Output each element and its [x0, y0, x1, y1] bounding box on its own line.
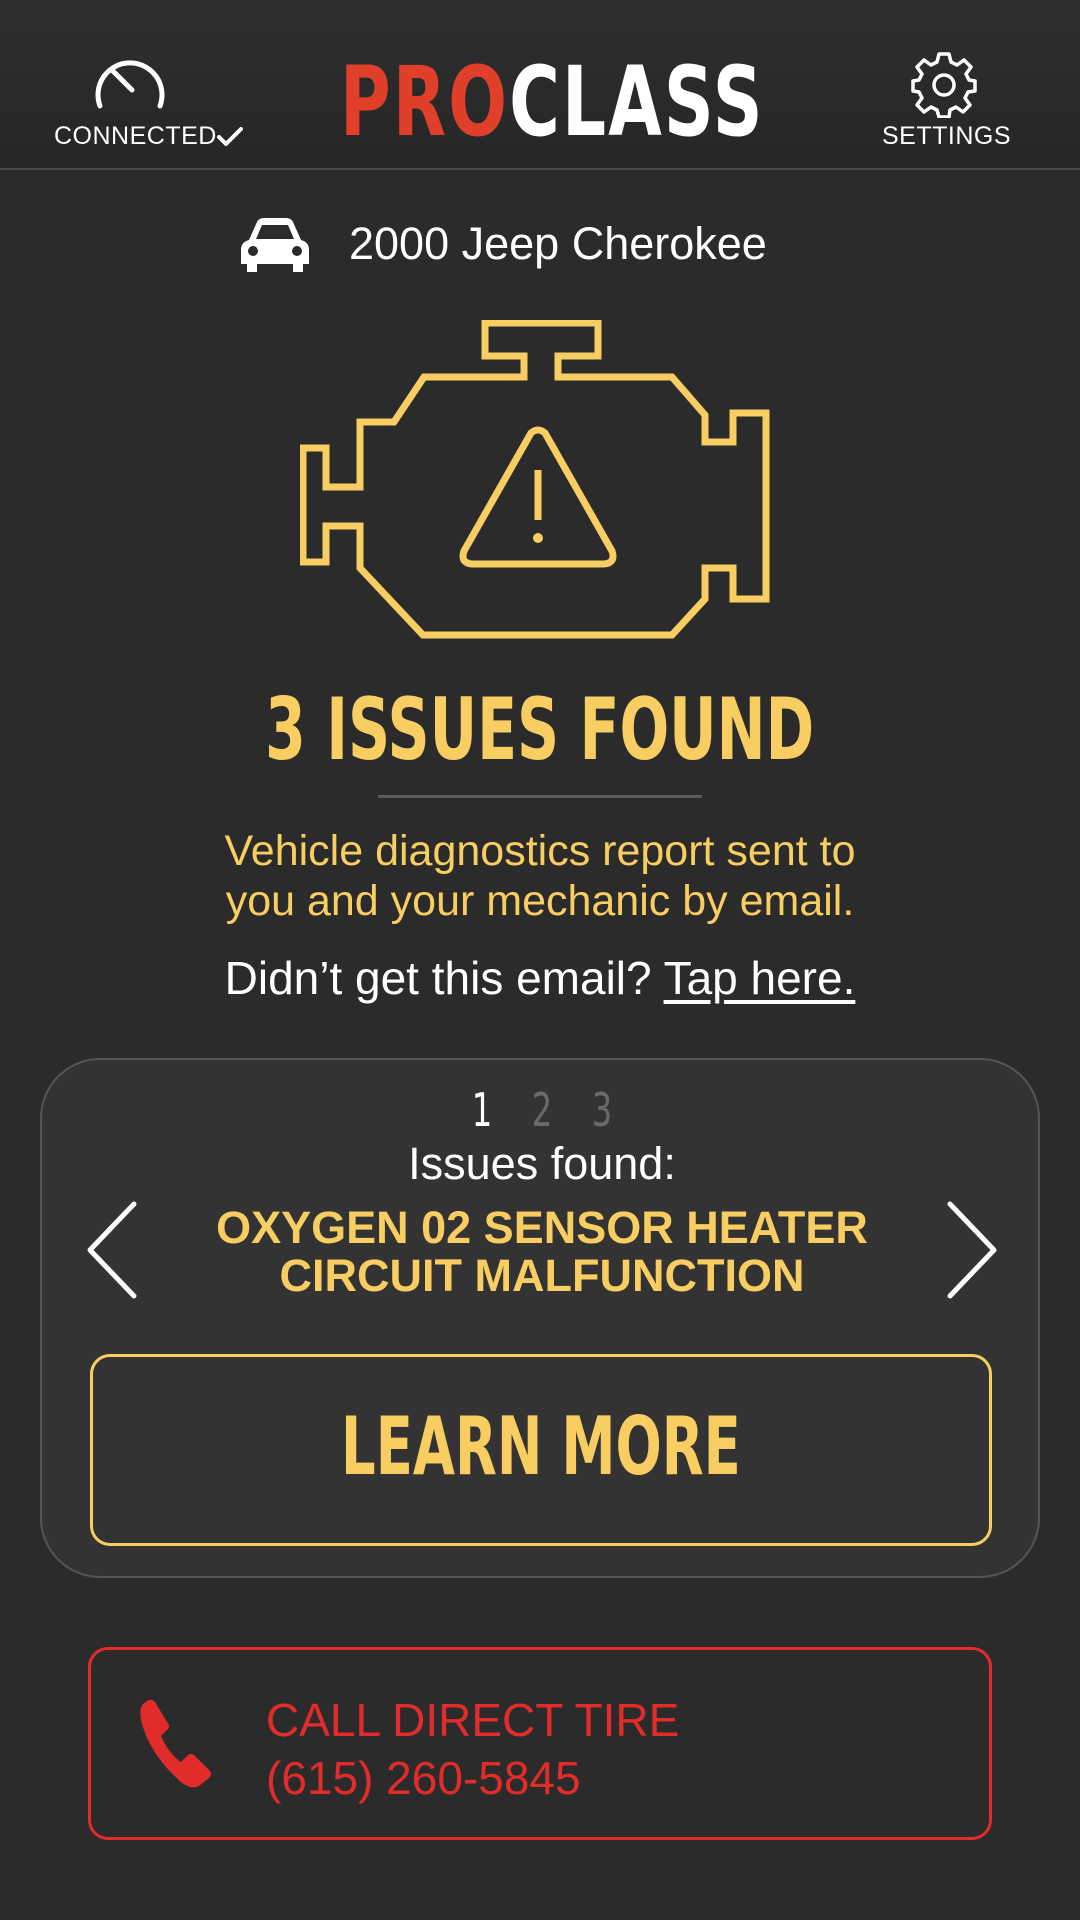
- call-direct-tire-button[interactable]: CALL DIRECT TIRE (615) 260-5845: [88, 1647, 992, 1840]
- issue-name-line-1: OXYGEN 02 SENSOR HEATER: [216, 1202, 868, 1253]
- app-screen: CONNECTED PROCLASS SETTINGS 2000 Jeep Ch…: [0, 0, 1080, 1920]
- page-indicator-1[interactable]: 1: [461, 1082, 503, 1138]
- vehicle-name: 2000 Jeep Cherokee: [349, 218, 767, 269]
- previous-issue-button[interactable]: [72, 1190, 152, 1310]
- car-icon: [241, 218, 309, 272]
- gear-icon: [911, 52, 977, 118]
- connection-label: CONNECTED: [54, 122, 217, 150]
- top-bar: CONNECTED PROCLASS SETTINGS: [0, 0, 1080, 170]
- next-issue-button[interactable]: [932, 1190, 1012, 1310]
- report-line-1: Vehicle diagnostics report sent to: [224, 827, 856, 875]
- issue-name-line-2: CIRCUIT MALFUNCTION: [279, 1250, 805, 1301]
- chevron-left-icon: [87, 1201, 137, 1299]
- issue-pager: 123: [42, 1082, 1042, 1138]
- phone-icon: [140, 1699, 211, 1788]
- settings-label: SETTINGS: [882, 122, 1012, 150]
- check-engine-warning-icon: [300, 320, 770, 639]
- issues-found-heading: 3 ISSUES FOUND: [265, 680, 815, 780]
- vehicle-info: 2000 Jeep Cherokee: [235, 210, 855, 280]
- call-label: CALL DIRECT TIRE: [266, 1694, 680, 1746]
- settings-button[interactable]: SETTINGS: [860, 50, 1030, 160]
- email-prompt-text: Didn’t get this email?: [224, 952, 652, 1004]
- learn-more-label: LEARN MORE: [341, 1400, 741, 1493]
- learn-more-button[interactable]: LEARN MORE: [90, 1354, 992, 1546]
- connection-status-button[interactable]: CONNECTED: [40, 50, 250, 160]
- proclass-logo: PROCLASS: [340, 52, 762, 152]
- chevron-right-icon: [947, 1201, 997, 1299]
- issue-carousel-card: 123 Issues found: OXYGEN 02 SENSOR HEATE…: [40, 1058, 1040, 1578]
- tap-here-link[interactable]: Tap here.: [664, 952, 856, 1004]
- checkmark-icon: [217, 127, 243, 146]
- logo-pro-text: PRO: [340, 46, 510, 158]
- report-message: Vehicle diagnostics report sent to you a…: [0, 826, 1080, 926]
- page-indicator-2[interactable]: 2: [521, 1082, 563, 1138]
- page-indicator-3[interactable]: 3: [581, 1082, 623, 1138]
- divider: [378, 795, 702, 798]
- call-phone-number: (615) 260-5845: [266, 1752, 581, 1804]
- issues-found-label: Issues found:: [408, 1138, 676, 1189]
- logo-class-text: CLASS: [509, 46, 765, 158]
- gauge-icon: [95, 60, 165, 109]
- email-resend-line: Didn’t get this email? Tap here.: [0, 950, 1080, 1006]
- issue-name: OXYGEN 02 SENSOR HEATER CIRCUIT MALFUNCT…: [162, 1204, 922, 1300]
- report-line-2: you and your mechanic by email.: [225, 877, 855, 925]
